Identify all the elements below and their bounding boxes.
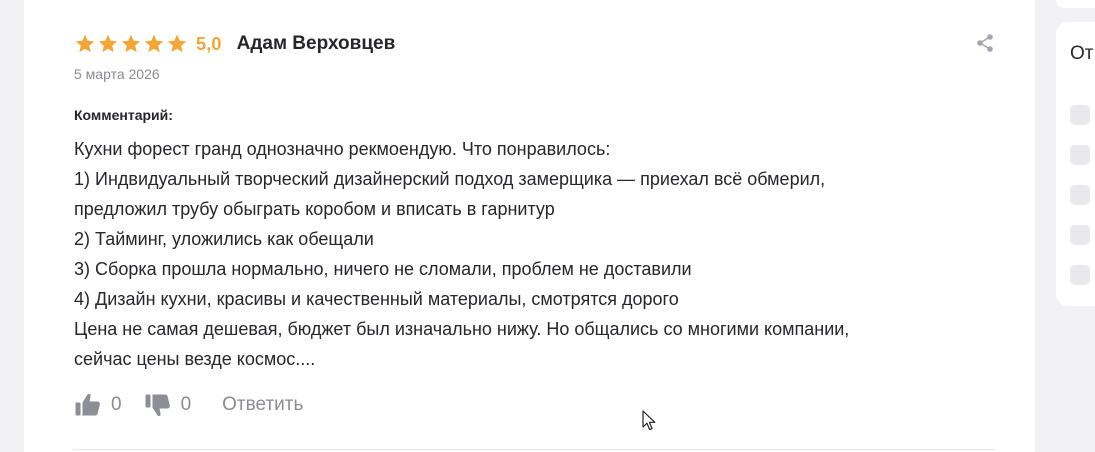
sidebar-filter-card: От xyxy=(1056,22,1095,306)
comment-line: 1) Индвидуальный творческий дизайнерский… xyxy=(74,169,826,189)
comment-line: 4) Дизайн кухни, красивы и качественный … xyxy=(74,289,679,309)
review-header: 5,0 Адам Верховцев xyxy=(74,30,395,58)
review-date: 5 марта 2026 xyxy=(74,66,160,82)
like-button[interactable]: 0 xyxy=(74,391,122,419)
share-icon[interactable] xyxy=(975,33,995,53)
filter-checkbox[interactable] xyxy=(1070,145,1090,165)
author-name: Адам Верховцев xyxy=(236,33,396,54)
comment-line: Кухни форест гранд однозначно рекмоендую… xyxy=(74,139,611,159)
filter-checkbox[interactable] xyxy=(1070,265,1090,285)
star-icon xyxy=(75,34,95,53)
filter-checkbox[interactable] xyxy=(1070,185,1090,205)
star-icon xyxy=(167,34,187,53)
sidebar-card-top xyxy=(1056,0,1095,8)
rating-stars xyxy=(74,33,188,55)
mouse-cursor-icon xyxy=(642,410,656,431)
thumbs-up-icon xyxy=(75,393,100,416)
comment-text: Кухни форест гранд однозначно рекмоендую… xyxy=(74,134,974,374)
comment-line: 2) Тайминг, уложились как обещали xyxy=(74,229,374,249)
comment-label: Комментарий: xyxy=(74,107,173,123)
dislike-count: 0 xyxy=(180,394,192,415)
star-icon xyxy=(98,34,118,53)
thumbs-down-icon xyxy=(145,394,170,417)
filter-checkbox[interactable] xyxy=(1070,225,1090,245)
review-actions: 0 0 Ответить xyxy=(74,390,303,420)
filter-checkbox[interactable] xyxy=(1070,105,1090,125)
reply-button[interactable]: Ответить xyxy=(222,394,303,416)
like-count: 0 xyxy=(111,394,122,415)
star-icon xyxy=(121,34,141,53)
comment-line: Цена не самая дешевая, бюджет был изнача… xyxy=(74,319,850,339)
rating-value: 5,0 xyxy=(196,33,222,54)
comment-line: сейчас цены везде космос.... xyxy=(74,349,316,369)
dislike-button[interactable]: 0 xyxy=(144,391,192,419)
comment-line: 3) Сборка прошла нормально, ничего не сл… xyxy=(74,259,692,279)
sidebar-title: От xyxy=(1070,43,1094,64)
star-icon xyxy=(144,34,164,53)
comment-line: предложил трубу обыграть коробом и вписа… xyxy=(74,199,555,219)
divider xyxy=(73,449,995,450)
review-card: 5,0 Адам Верховцев 5 марта 2026 Коммента… xyxy=(24,0,1035,452)
